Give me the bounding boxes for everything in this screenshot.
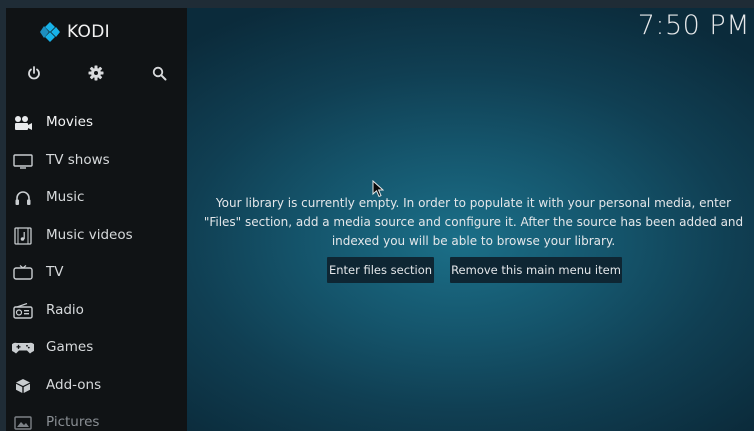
gamepad-icon — [12, 338, 34, 358]
sidebar-item-movies[interactable]: Movies — [6, 104, 187, 142]
search-icon — [152, 66, 166, 80]
radio-icon — [12, 301, 34, 321]
music-video-icon — [12, 226, 34, 246]
message-line: "Files" section, add a media source and … — [203, 215, 744, 229]
sidebar-item-add-ons[interactable]: Add-ons — [6, 367, 187, 405]
sidebar-item-pictures[interactable]: Pictures — [6, 404, 187, 431]
sidebar-item-label: Radio — [46, 301, 84, 318]
window-frame-top — [0, 0, 754, 8]
kodi-logo[interactable]: KODI — [39, 21, 110, 43]
power-button[interactable] — [25, 64, 43, 82]
settings-button[interactable] — [87, 64, 105, 82]
sidebar-item-label: Music videos — [46, 226, 133, 243]
clock: 7:50 PM — [637, 10, 750, 41]
addons-box-icon — [12, 376, 34, 396]
power-icon — [28, 66, 40, 80]
movie-camera-icon — [12, 113, 34, 133]
sidebar-item-label: Movies — [46, 114, 93, 130]
remove-menu-item-button[interactable]: Remove this main menu item — [450, 257, 622, 283]
message-line: Your library is currently empty. In orde… — [215, 196, 732, 210]
sidebar-item-tv[interactable]: TV — [6, 254, 187, 292]
headphones-icon — [12, 188, 34, 208]
main-menu: Movies TV shows Music Music videos TV Ra… — [6, 104, 187, 431]
sidebar: KODI Movies TV shows Music Music videos … — [6, 8, 187, 431]
picture-icon — [12, 413, 34, 431]
tv-monitor-icon — [12, 151, 34, 171]
sidebar-item-music[interactable]: Music — [6, 179, 187, 217]
message-line: indexed you will be able to browse your … — [331, 234, 616, 248]
mouse-pointer-icon — [372, 180, 384, 198]
gear-icon — [88, 65, 104, 81]
sidebar-item-music-videos[interactable]: Music videos — [6, 217, 187, 255]
enter-files-section-button[interactable]: Enter files section — [327, 257, 434, 283]
tv-icon — [12, 263, 34, 283]
sidebar-item-radio[interactable]: Radio — [6, 292, 187, 330]
sidebar-item-label: TV shows — [46, 151, 110, 168]
sidebar-item-label: Add-ons — [46, 376, 102, 393]
kodi-logo-icon — [40, 22, 60, 42]
sidebar-item-tv-shows[interactable]: TV shows — [6, 142, 187, 180]
sidebar-item-label: TV — [46, 264, 64, 280]
sidebar-item-label: Music — [46, 189, 85, 205]
sidebar-item-label: Pictures — [46, 414, 100, 430]
kodi-screen: KODI Movies TV shows Music Music videos … — [0, 0, 754, 431]
empty-library-message: Your library is currently empty. In orde… — [200, 194, 747, 251]
search-button[interactable] — [150, 64, 168, 82]
sidebar-item-label: Games — [46, 339, 94, 355]
brand-name: KODI — [67, 22, 110, 42]
sidebar-item-games[interactable]: Games — [6, 329, 187, 367]
